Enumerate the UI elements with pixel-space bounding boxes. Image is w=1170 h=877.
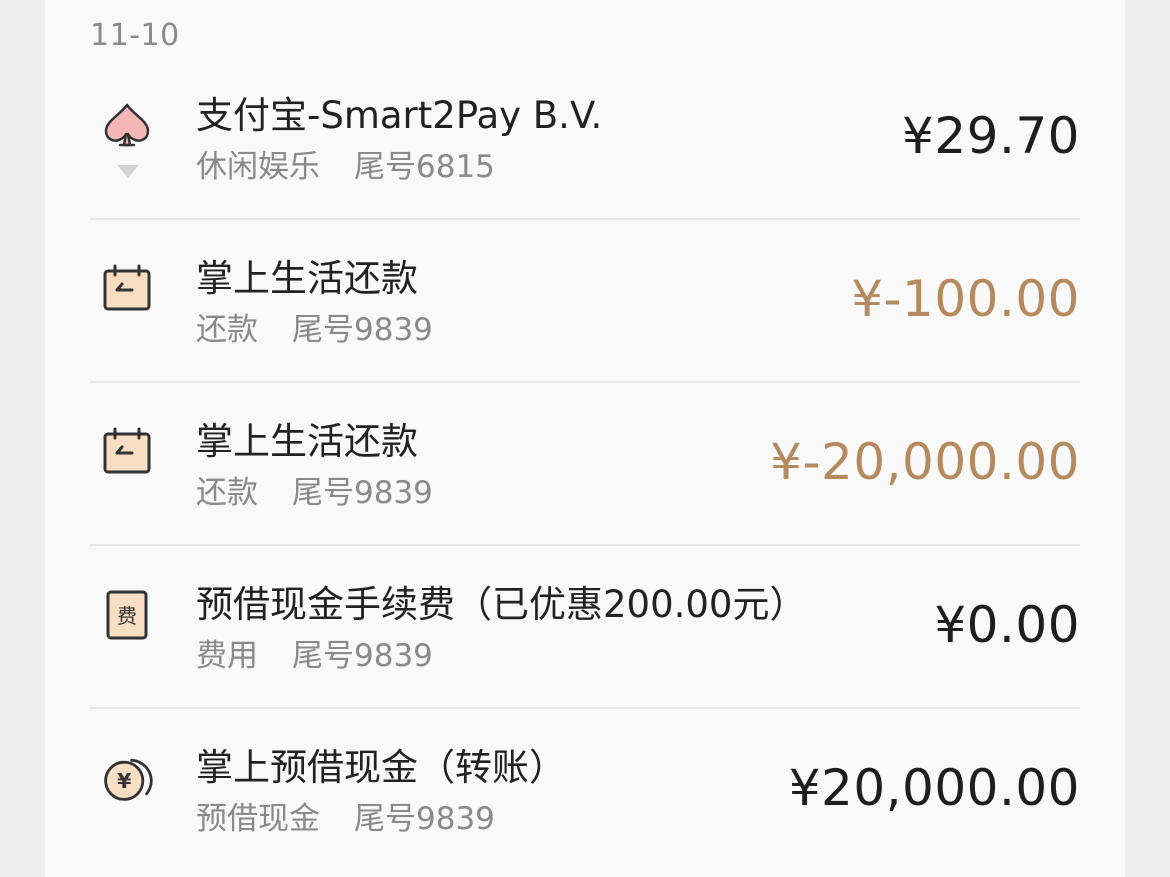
transaction-subtitle: 休闲娱乐 尾号6815	[196, 141, 495, 186]
expand-caret-icon[interactable]	[117, 165, 139, 178]
calendar-repay-icon	[100, 425, 154, 479]
transaction-subtitle: 费用 尾号9839	[196, 630, 433, 675]
card-suffix: 尾号9839	[354, 801, 495, 837]
transaction-row[interactable]: ¥ 掌上预借现金（转账） 预借现金 尾号9839 ¥20,000.00	[90, 709, 1080, 872]
transaction-category: 还款	[196, 475, 258, 511]
transaction-category: 费用	[196, 638, 258, 674]
transaction-amount: ¥-100.00	[851, 270, 1080, 328]
transaction-title: 支付宝-Smart2Pay B.V.	[196, 94, 603, 137]
transaction-title: 掌上预借现金（转账）	[196, 746, 566, 789]
transaction-amount: ¥29.70	[902, 107, 1080, 165]
yen-coin-icon: ¥	[100, 751, 154, 805]
date-header: 11-10	[90, 18, 180, 53]
card-suffix: 尾号6815	[354, 149, 495, 185]
coin-glyph: ¥	[117, 769, 131, 793]
fee-icon: 费	[100, 588, 154, 642]
transaction-amount: ¥0.00	[934, 596, 1080, 654]
spade-icon	[100, 99, 154, 153]
card-suffix: 尾号9839	[292, 638, 433, 674]
card-suffix: 尾号9839	[292, 475, 433, 511]
transaction-category: 休闲娱乐	[196, 149, 320, 185]
transaction-category: 还款	[196, 312, 258, 348]
transaction-subtitle: 还款 尾号9839	[196, 467, 433, 512]
card-suffix: 尾号9839	[292, 312, 433, 348]
fee-glyph: 费	[117, 604, 137, 628]
transaction-amount: ¥20,000.00	[788, 759, 1080, 817]
transaction-row[interactable]: 支付宝-Smart2Pay B.V. 休闲娱乐 尾号6815 ¥29.70	[90, 57, 1080, 220]
transaction-title: 掌上生活还款	[196, 420, 418, 463]
transaction-list-page: 11-10 支付宝-Smart2Pay B.V. 休闲娱乐 尾号6815 ¥29.…	[45, 0, 1125, 877]
transaction-list: 支付宝-Smart2Pay B.V. 休闲娱乐 尾号6815 ¥29.70 掌上生…	[90, 57, 1080, 872]
transaction-row[interactable]: 费 预借现金手续费（已优惠200.00元） 费用 尾号9839 ¥0.00	[90, 546, 1080, 709]
calendar-repay-icon	[100, 262, 154, 316]
transaction-title: 掌上生活还款	[196, 257, 418, 300]
transaction-row[interactable]: 掌上生活还款 还款 尾号9839 ¥-100.00	[90, 220, 1080, 383]
transaction-subtitle: 还款 尾号9839	[196, 304, 433, 349]
transaction-row[interactable]: 掌上生活还款 还款 尾号9839 ¥-20,000.00	[90, 383, 1080, 546]
transaction-category: 预借现金	[196, 801, 320, 837]
transaction-amount: ¥-20,000.00	[770, 433, 1080, 491]
transaction-subtitle: 预借现金 尾号9839	[196, 793, 495, 838]
transaction-title: 预借现金手续费（已优惠200.00元）	[196, 583, 807, 626]
